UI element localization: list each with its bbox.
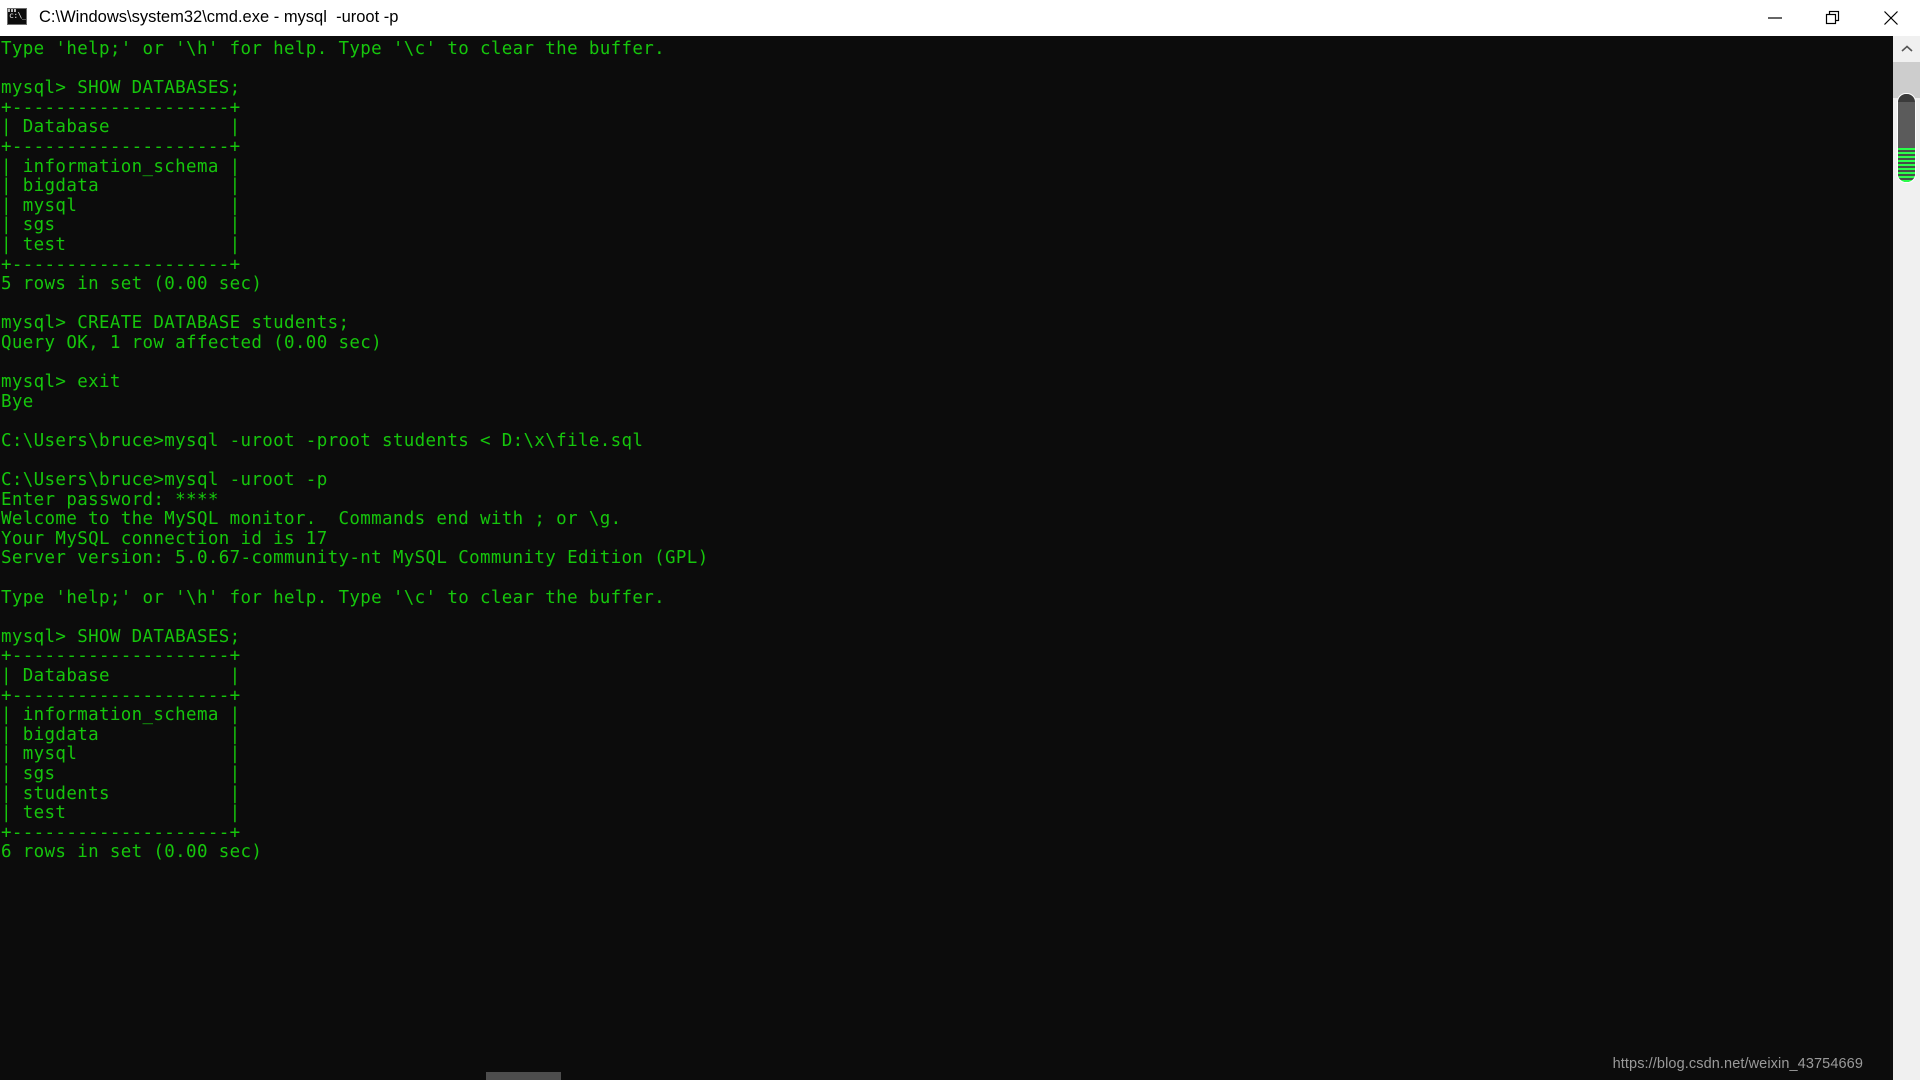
cmd-console-icon	[7, 7, 29, 28]
scrollbar-page-up-region[interactable]	[1893, 62, 1920, 98]
vertical-scrollbar-thumb[interactable]	[1898, 94, 1915, 182]
cmd-window: C:\Windows\system32\cmd.exe - mysql -uro…	[0, 0, 1920, 1080]
vertical-scrollbar-track[interactable]	[1893, 62, 1920, 1080]
close-button[interactable]	[1862, 0, 1920, 35]
console-output-text: Type 'help;' or '\h' for help. Type '\c'…	[1, 39, 709, 863]
restore-icon	[1825, 10, 1840, 24]
restore-button[interactable]	[1804, 0, 1862, 35]
chevron-up-icon	[1900, 45, 1913, 52]
title-bar[interactable]: C:\Windows\system32\cmd.exe - mysql -uro…	[0, 0, 1920, 36]
horizontal-scrollbar[interactable]	[0, 1072, 1866, 1080]
horizontal-scrollbar-thumb[interactable]	[486, 1072, 561, 1080]
vertical-scrollbar[interactable]	[1893, 36, 1920, 1080]
minimize-icon	[1768, 16, 1782, 19]
close-icon	[1884, 10, 1898, 25]
window-title: C:\Windows\system32\cmd.exe - mysql -uro…	[39, 8, 399, 26]
terminal-area: Type 'help;' or '\h' for help. Type '\c'…	[0, 36, 1920, 1080]
minimize-button[interactable]	[1746, 0, 1804, 35]
console-output-panel[interactable]: Type 'help;' or '\h' for help. Type '\c'…	[0, 36, 1893, 1080]
watermark-text: https://blog.csdn.net/weixin_43754669	[1612, 1056, 1863, 1072]
window-controls	[1746, 0, 1920, 35]
scrollbar-thumb-stripes	[1898, 148, 1915, 182]
scroll-up-button[interactable]	[1893, 36, 1920, 62]
